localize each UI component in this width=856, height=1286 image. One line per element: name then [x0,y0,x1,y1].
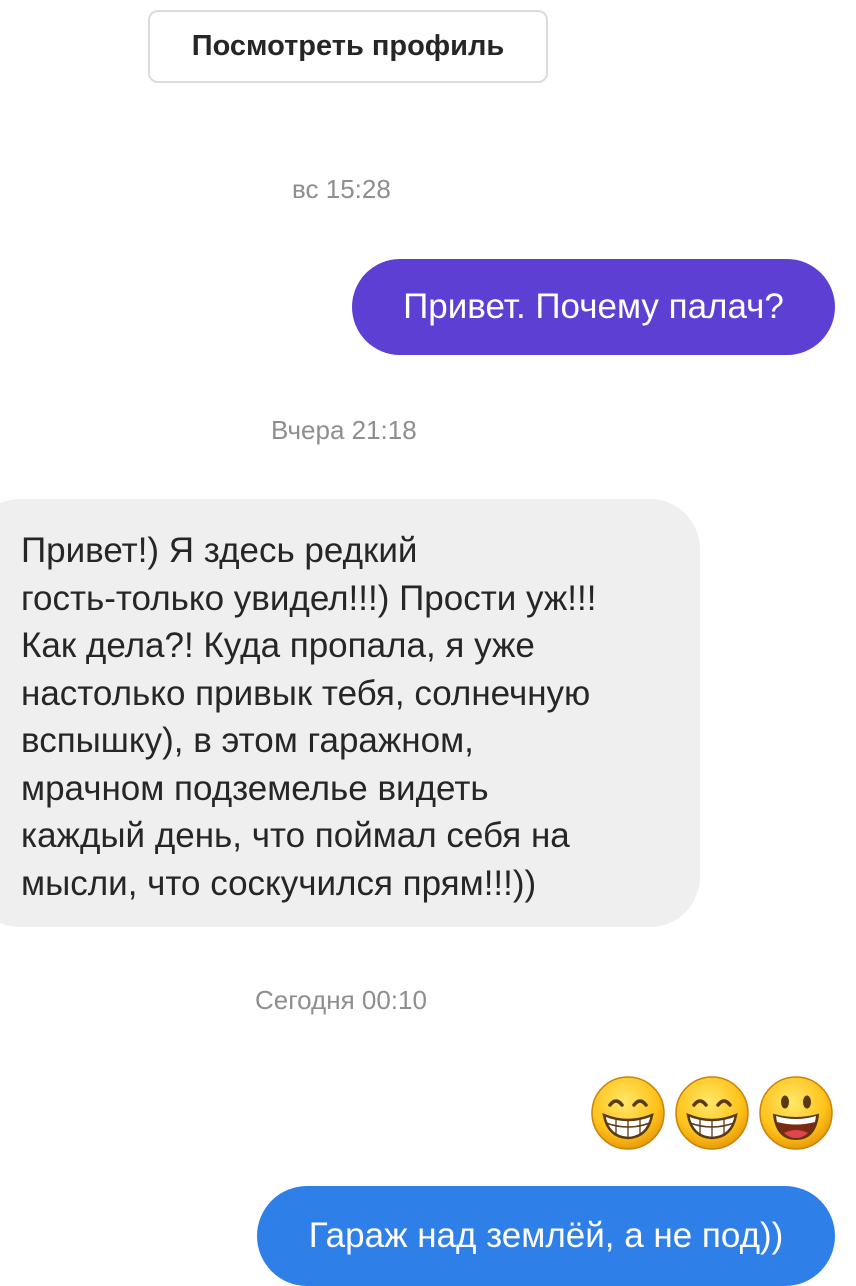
timestamp: Сегодня 00:10 [255,985,427,1015]
message-text-line: мрачном подземелье видеть [21,768,489,808]
view-profile-button[interactable]: Посмотреть профиль [148,10,548,83]
message-text: Привет. Почему палач? [403,287,784,326]
message-text: Гараж над землёй, а не под)) [308,1216,784,1255]
timestamp: Вчера 21:18 [271,415,417,445]
message-text-line: Как дела?! Куда пропала, я уже [21,626,535,665]
message-text-line: гость-только увидел!!!) Прости уж!!! [21,578,597,618]
grinning-face-with-smiling-eyes-icon [591,1076,665,1150]
timestamp: вс 15:28 [292,174,391,204]
grinning-face-with-smiling-eyes-icon [675,1076,749,1150]
outgoing-message-bubble[interactable]: Гараж над землёй, а не под)) [257,1186,835,1286]
message-text-line: вспышку), в этом гаражном, [21,721,474,760]
message-text-line: каждый день, что поймал себя на [21,816,570,855]
emoji-message[interactable] [590,1075,834,1151]
incoming-message-bubble[interactable]: Привет!) Я здесь редкий гость-только уви… [0,499,700,927]
message-text-line: мысли, что соскучился прям!!!)) [21,863,537,903]
outgoing-message-bubble[interactable]: Привет. Почему палач? [352,259,835,355]
message-text-line: Привет!) Я здесь редкий [21,531,418,570]
grinning-face-icon [759,1076,833,1150]
message-text-line: настолько привык тебя, солнечную [21,673,591,713]
